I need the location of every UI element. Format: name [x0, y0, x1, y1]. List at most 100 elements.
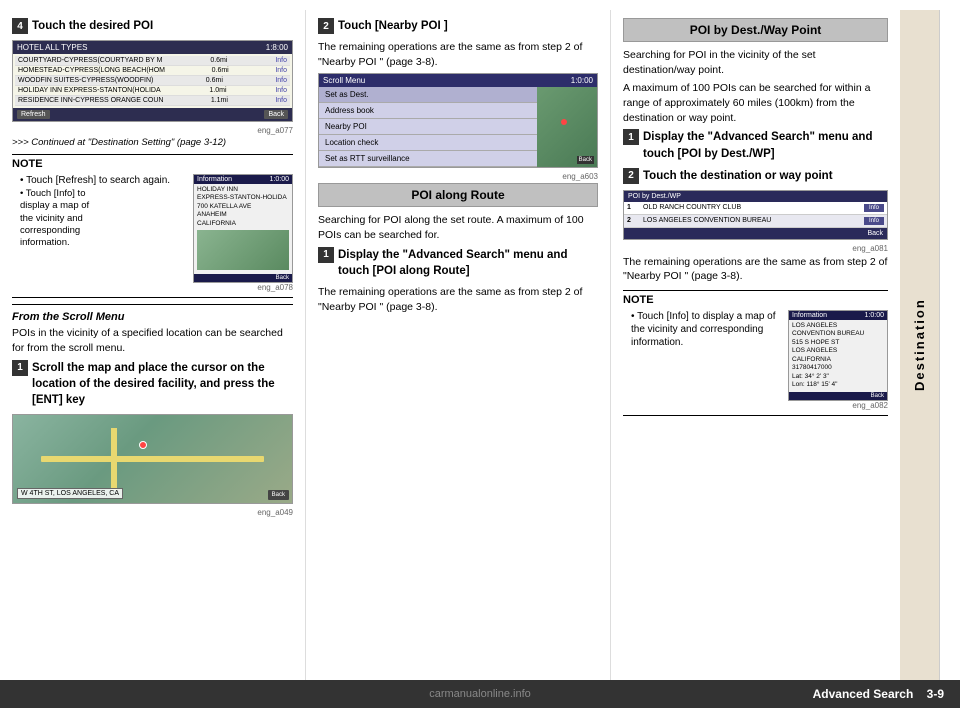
note-device-col-right: Information 1:0:00 LOS ANGELES CONVENTIO…: [788, 310, 888, 412]
info-footer: Back: [194, 274, 292, 282]
page-num: 3-9: [927, 687, 944, 701]
step4-block: 4 Touch the desired POI: [12, 18, 293, 34]
hotel-list-footer: Refresh Back: [13, 108, 292, 121]
page-number: Advanced Search 3-9: [813, 687, 944, 701]
scroll-menu-left-panel: Set as Dest. Address book Nearby POI Loc…: [319, 87, 537, 167]
right-column: POI by Dest./Way Point Searching for POI…: [610, 10, 900, 680]
dest-header-text: POI by Dest./WP: [628, 193, 681, 200]
info-screenshot-header: Information 1:0:00: [194, 175, 292, 184]
hotel-list-body: COURTYARD-CYPRESS(COURTYARD BY M0.6miInf…: [13, 54, 292, 108]
dest-row-1[interactable]: 1 OLD RANCH COUNTRY CLUB Info: [624, 202, 887, 215]
dest-info-btn-2[interactable]: Info: [864, 217, 884, 225]
info-caption: eng_a078: [193, 283, 293, 292]
hotel-refresh-btn[interactable]: Refresh: [17, 110, 50, 119]
sidebar-label: Destination: [912, 299, 927, 392]
note-with-device-right: Touch [Info] to display a map of the vic…: [623, 310, 888, 412]
middle-column: 2 Touch [Nearby POI ] The remaining oper…: [305, 10, 610, 680]
watermark: carmanualonline.info: [429, 688, 531, 700]
scroll-menu-caption: eng_a603: [318, 172, 598, 181]
scroll-menu-body: POIs in the vicinity of a specified loca…: [12, 326, 293, 355]
step2-nearby-badge: 2: [318, 18, 334, 34]
info-back-btn[interactable]: Back: [276, 275, 289, 281]
info2-back-btn[interactable]: Back: [871, 393, 884, 399]
info-header-label: Information: [197, 176, 232, 183]
step1-poi-dest-badge: 1: [623, 129, 639, 145]
poi-dest-body2: A maximum of 100 POIs can be searched fo…: [623, 81, 888, 125]
scroll-menu-cursor: [561, 119, 567, 125]
dest-name-2: LOS ANGELES CONVENTION BUREAU: [643, 217, 862, 224]
scroll-menu-item-set-dest[interactable]: Set as Dest.: [319, 87, 537, 103]
dest-rank-2: 2: [627, 217, 643, 224]
info-screenshot: Information 1:0:00 HOLIDAY INN EXPRESS-S…: [193, 174, 293, 283]
step1-scroll-text: Scroll the map and place the cursor on t…: [32, 360, 293, 408]
note-device-col: Information 1:0:00 HOLIDAY INN EXPRESS-S…: [193, 174, 293, 294]
hotel-back-btn[interactable]: Back: [264, 110, 288, 119]
note-title-right: NOTE: [623, 294, 888, 306]
info2-row-7: Lat: 34° 2' 3": [792, 373, 884, 381]
map-back-btn[interactable]: Back: [268, 490, 289, 500]
continued-text: >>> Continued at "Destination Setting" (…: [12, 137, 293, 148]
info-row-5: CALIFORNIA: [197, 220, 289, 228]
dest-list-screenshot: POI by Dest./WP 1 OLD RANCH COUNTRY CLUB…: [623, 190, 888, 240]
info2-clock: 1:0:00: [865, 312, 884, 319]
info-row-1: HOLIDAY INN: [197, 186, 289, 194]
info2-caption: eng_a082: [788, 401, 888, 410]
info2-footer: Back: [789, 392, 887, 400]
hotel-list-screenshot: HOTEL ALL TYPES 1:8:00 COURTYARD-CYPRESS…: [12, 40, 293, 122]
hotel-header-right: 1:8:00: [266, 43, 288, 52]
screenshot1-caption: eng_a077: [12, 126, 293, 135]
step1-poi-dest-header: 1 Display the "Advanced Search" menu and…: [623, 129, 888, 161]
step1-poi-route-block: 1 Display the "Advanced Search" menu and…: [318, 247, 598, 279]
scroll-menu-header: Scroll Menu 1:0:00: [319, 74, 597, 87]
info2-screenshot: Information 1:0:00 LOS ANGELES CONVENTIO…: [788, 310, 888, 401]
step1-poi-route-badge: 1: [318, 247, 334, 263]
hotel-row-3: WOODFIN SUITES-CYPRESS(WOODFIN)0.6miInfo: [15, 76, 290, 86]
step2-poi-dest-header: 2 Touch the destination or way point: [623, 168, 888, 184]
info2-row-2: CONVENTION BUREAU: [792, 330, 884, 338]
dest-footer: Back: [624, 228, 887, 239]
step1-poi-dest-block: 1 Display the "Advanced Search" menu and…: [623, 129, 888, 161]
scroll-menu-divider: [12, 304, 293, 305]
info-row-3: 700 KATELLA AVE: [197, 203, 289, 211]
scroll-menu-header-text: Scroll Menu: [323, 76, 365, 85]
info2-row-1: LOS ANGELES: [792, 322, 884, 330]
dest-info-btn-1[interactable]: Info: [864, 204, 884, 212]
info-body: HOLIDAY INN EXPRESS-STANTON-HOLIDA 700 K…: [194, 184, 292, 274]
map-cursor: [139, 441, 147, 449]
note-title-left: NOTE: [12, 158, 293, 170]
poi-route-body: Searching for POI along the set route. A…: [318, 213, 598, 242]
info-row-4: ANAHEIM: [197, 211, 289, 219]
right-sidebar: Destination: [900, 10, 940, 680]
hotel-row-2: HOMESTEAD-CYPRESS(LONG BEACH(HOM0.6miInf…: [15, 66, 290, 76]
scroll-menu-map-back[interactable]: Back: [577, 156, 594, 164]
step2-poi-dest-badge: 2: [623, 168, 639, 184]
scroll-menu-title: From the Scroll Menu: [12, 311, 293, 323]
step2-nearby-header: 2 Touch [Nearby POI ]: [318, 18, 598, 34]
dest-name-1: OLD RANCH COUNTRY CLUB: [643, 204, 862, 211]
scroll-menu-item-location[interactable]: Location check: [319, 135, 537, 151]
dest-row-2[interactable]: 2 LOS ANGELES CONVENTION BUREAU Info: [624, 215, 887, 228]
map-road-vertical: [111, 428, 117, 490]
hotel-header-left: HOTEL ALL TYPES: [17, 43, 87, 52]
hotel-row-4: HOLIDAY INN EXPRESS-STANTON(HOLIDA1.0miI…: [15, 86, 290, 96]
scroll-menu-item-nearby[interactable]: Nearby POI: [319, 119, 537, 135]
step1-poi-dest-text: Display the "Advanced Search" menu and t…: [643, 129, 888, 161]
dest-list-header: POI by Dest./WP: [624, 191, 887, 202]
poi-route-box: POI along Route: [318, 183, 598, 207]
scroll-menu-clock: 1:0:00: [571, 76, 593, 85]
map-road-horizontal: [41, 456, 264, 462]
step2-nearby-block: 2 Touch [Nearby POI ]: [318, 18, 598, 34]
poi-dest-body1: Searching for POI in the vicinity of the…: [623, 48, 888, 77]
hotel-list-header: HOTEL ALL TYPES 1:8:00: [13, 41, 292, 54]
info2-header: Information 1:0:00: [789, 311, 887, 320]
note-section-left: NOTE Touch [Refresh] to search again. To…: [12, 154, 293, 298]
hotel-row-1: COURTYARD-CYPRESS(COURTYARD BY M0.6miInf…: [15, 56, 290, 66]
dest-rank-1: 1: [627, 204, 643, 211]
scroll-menu-item-address[interactable]: Address book: [319, 103, 537, 119]
info-row-2: EXPRESS-STANTON-HOLIDA: [197, 194, 289, 202]
scroll-menu-item-rtt[interactable]: Set as RTT surveillance: [319, 151, 537, 167]
poi-dest-box: POI by Dest./Way Point: [623, 18, 888, 42]
note-text-col: Touch [Refresh] to search again. Touch […: [12, 174, 187, 294]
page-label: Advanced Search: [813, 687, 914, 701]
dest-back-btn[interactable]: Back: [867, 230, 883, 237]
